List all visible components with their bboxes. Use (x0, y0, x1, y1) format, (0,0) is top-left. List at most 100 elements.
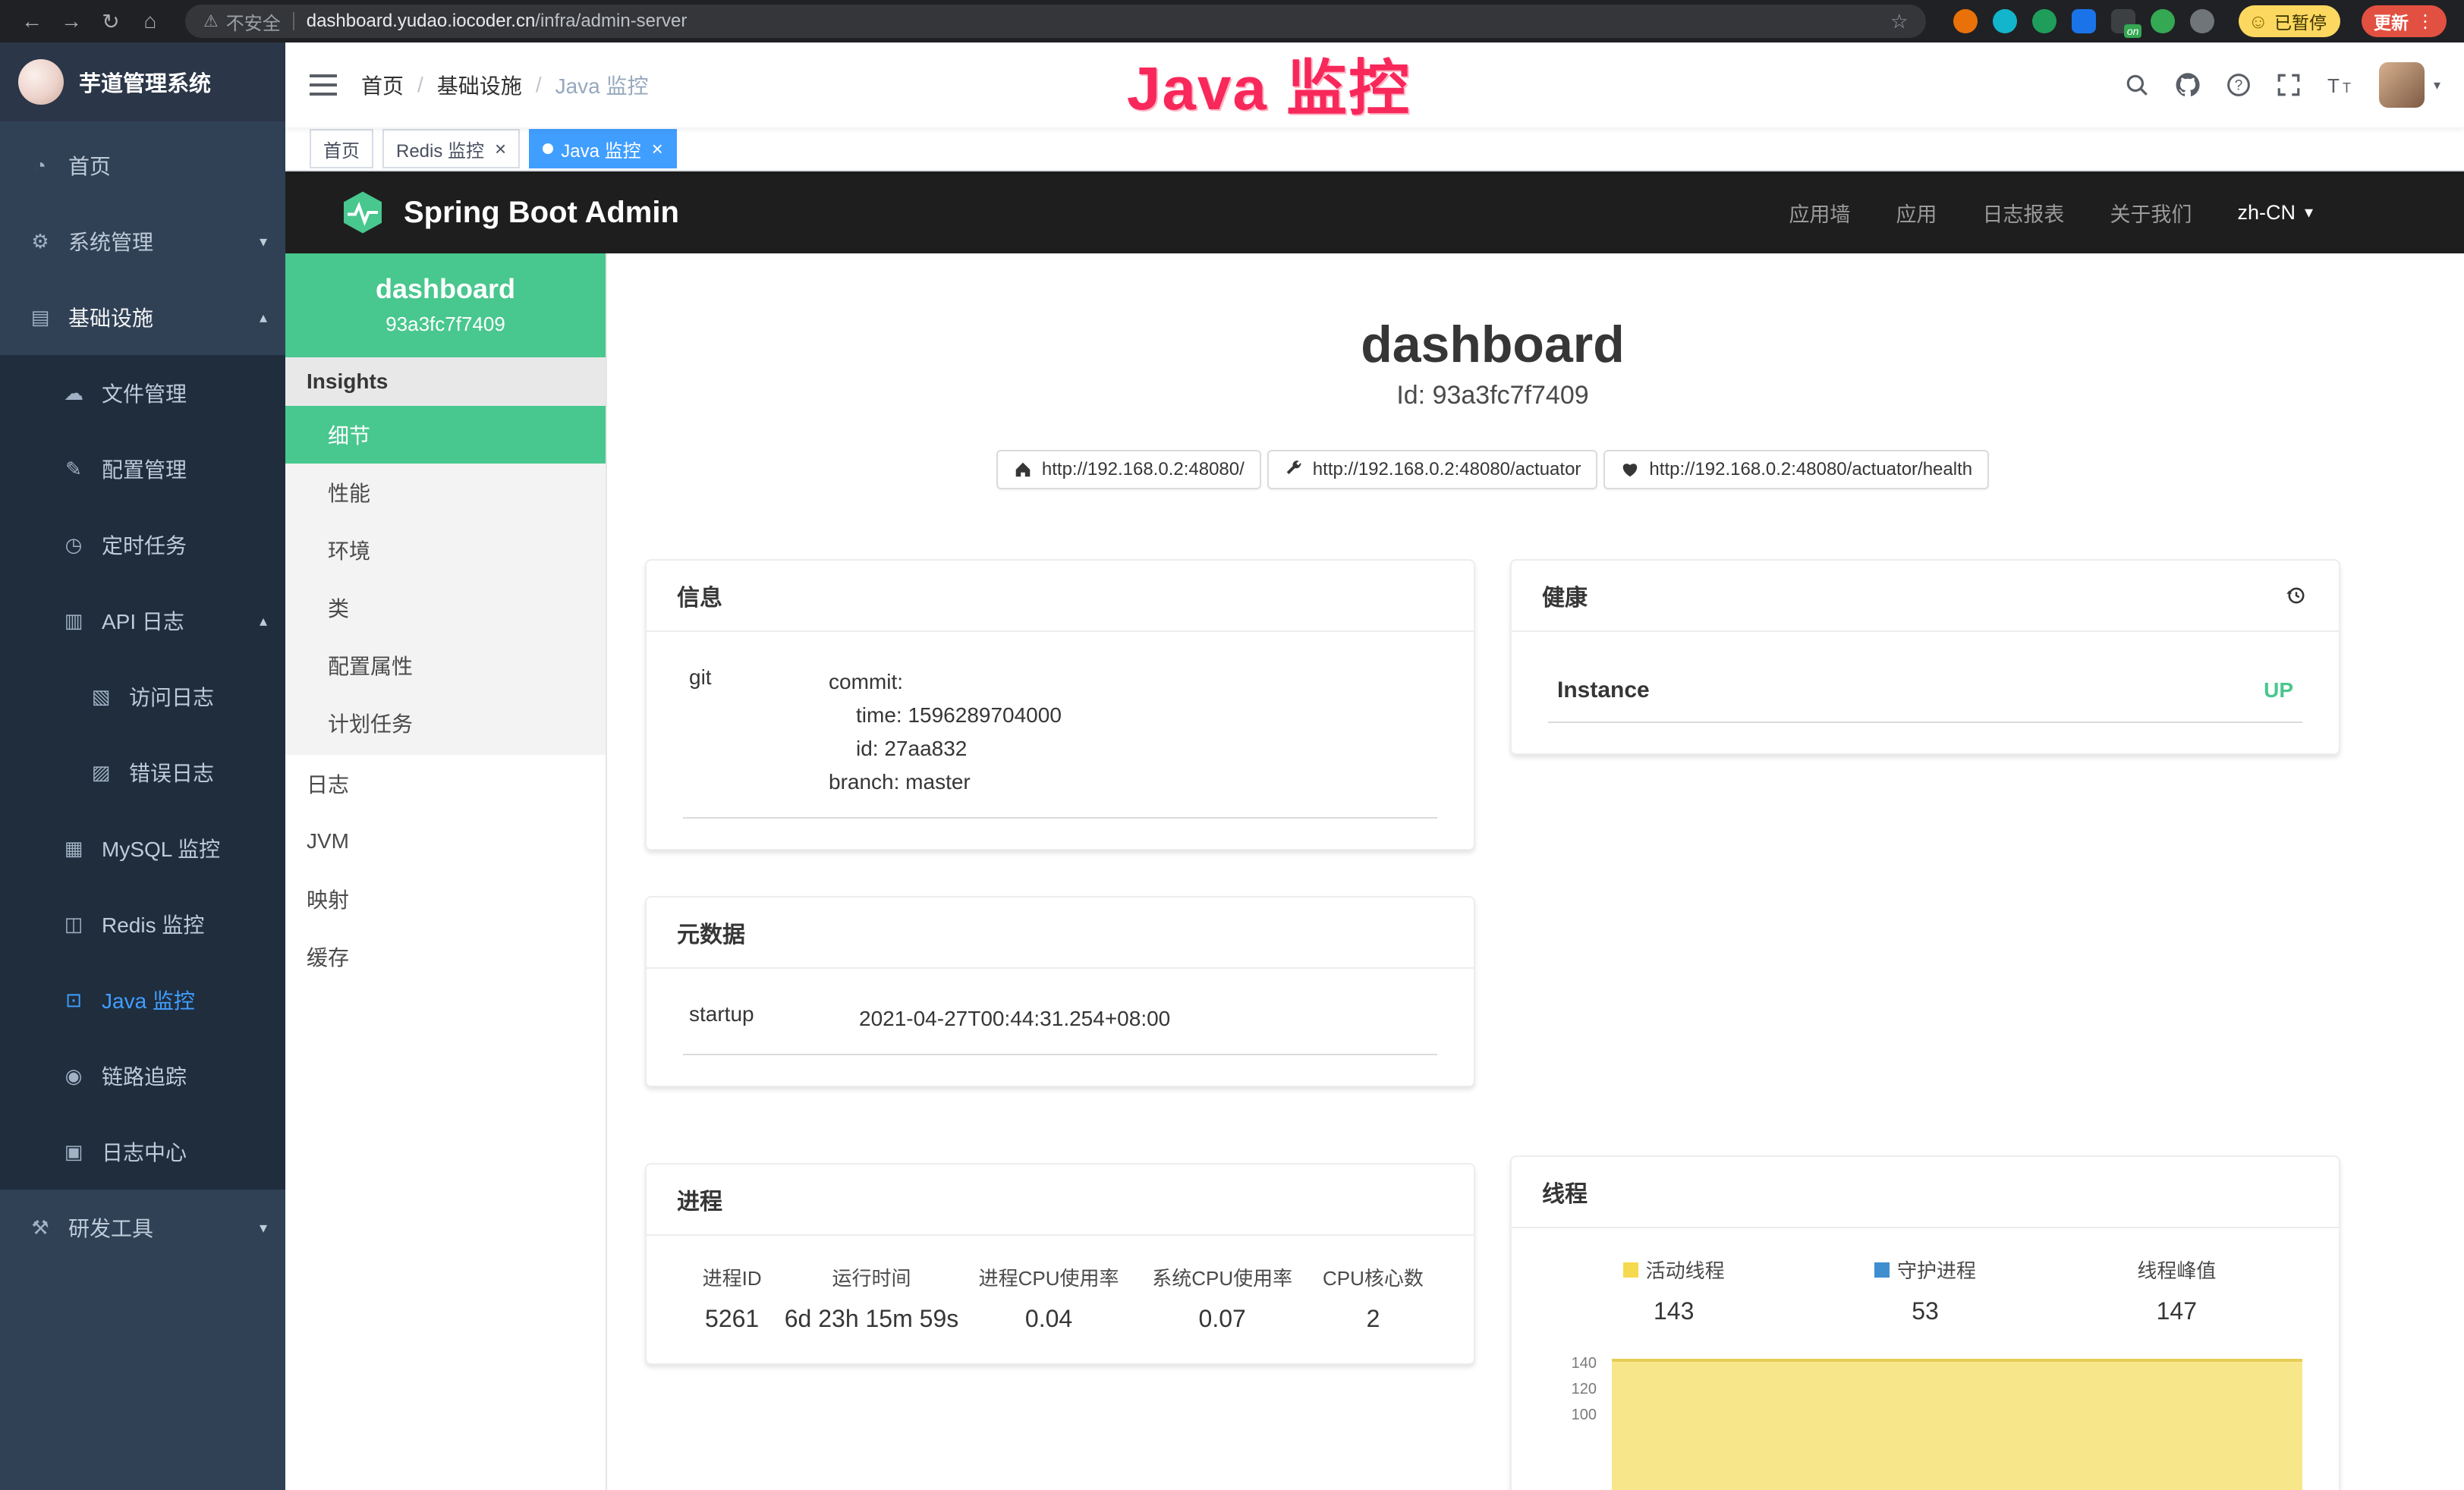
extension-orange-icon[interactable] (1953, 9, 1978, 33)
info-row-value: commit: time: 1596289704000 id: 27aa832 … (829, 665, 1062, 799)
address-bar[interactable]: ⚠ 不安全 dashboard.yudao.iocoder.cn/infra/a… (185, 5, 1926, 38)
url-host[interactable]: dashboard.yudao.iocoder.cn (307, 11, 536, 32)
sba-nav-classes[interactable]: 类 (285, 579, 606, 637)
sba-nav-scheduled-tasks[interactable]: 计划任务 (285, 694, 606, 752)
history-icon[interactable] (2284, 583, 2308, 608)
extension-green-icon[interactable] (2032, 9, 2056, 33)
info-row-label: git (689, 665, 829, 799)
info-card: 信息 git commit: time: 1596289704000 id: 2… (645, 559, 1475, 850)
locale-caret-icon: ▾ (2305, 203, 2313, 222)
browser-toolbar: ← → ↻ ⌂ ⚠ 不安全 dashboard.yudao.iocoder.cn… (0, 0, 2464, 42)
app-logo[interactable]: 芋道管理系统 (0, 42, 285, 121)
sba-nav-applications[interactable]: 应用 (1896, 198, 1937, 228)
sba-nav-metrics[interactable]: 性能 (285, 464, 606, 521)
stat-value: 0.07 (1135, 1305, 1309, 1333)
breadcrumb-infrastructure[interactable]: 基础设施 (437, 70, 522, 100)
sidebar-item-log-center[interactable]: ▣ 日志中心 (0, 1114, 285, 1190)
live-threads-area (1612, 1359, 2302, 1490)
bookmark-star-icon[interactable]: ☆ (1890, 10, 1908, 33)
profile-chip[interactable]: ☺ 已暂停 (2239, 5, 2340, 37)
extensions-puzzle-icon[interactable] (2190, 9, 2214, 33)
extension-grid-icon[interactable] (2072, 9, 2096, 33)
actuator-url-button[interactable]: http://192.168.0.2:48080/actuator (1267, 450, 1598, 489)
tab-java-monitor[interactable]: Java 监控 × (529, 129, 677, 168)
sba-nav-details[interactable]: 细节 (285, 406, 606, 464)
reload-icon[interactable]: ↻ (94, 9, 127, 34)
sba-nav-logs[interactable]: 日志 (285, 755, 606, 813)
breadcrumb-home[interactable]: 首页 (361, 70, 404, 100)
sidebar-item-access-logs[interactable]: ▧ 访问日志 (0, 659, 285, 734)
sidebar-item-home[interactable]: ◔ 首页 (0, 127, 285, 203)
url-path[interactable]: /infra/admin-server (535, 11, 687, 32)
user-menu[interactable]: ▾ (2379, 62, 2440, 108)
sidebar-item-mysql-monitor[interactable]: ▦ MySQL 监控 (0, 810, 285, 886)
locale-selector[interactable]: zh-CN ▾ (2237, 201, 2313, 225)
sidebar-item-scheduled-tasks[interactable]: ◷ 定时任务 (0, 507, 285, 583)
breadcrumb-current: Java 监控 (555, 70, 649, 100)
sidebar-item-file-management[interactable]: ☁ 文件管理 (0, 355, 285, 431)
update-button[interactable]: 更新 ⋮ (2362, 5, 2447, 37)
close-icon[interactable]: × (652, 139, 663, 159)
sba-nav-about[interactable]: 关于我们 (2110, 198, 2192, 228)
sidebar-item-label: 研发工具 (68, 1212, 153, 1243)
security-label[interactable]: 不安全 (226, 8, 281, 35)
dashboard-icon: ◔ (27, 154, 53, 178)
sidebar-item-dev-tools[interactable]: ⚒ 研发工具 ▾ (0, 1190, 285, 1265)
insights-group: 细节 性能 环境 类 配置属性 计划任务 (285, 406, 606, 755)
forward-icon[interactable]: → (55, 9, 88, 33)
instance-url-button[interactable]: http://192.168.0.2:48080/ (996, 450, 1261, 489)
sidebar-item-label: 首页 (68, 150, 111, 181)
sidebar-item-api-logs[interactable]: ▥ API 日志 ▴ (0, 583, 285, 659)
extension-drop-icon[interactable] (1993, 9, 2017, 33)
omnibox-divider (293, 12, 294, 30)
y-tick: 140 (1572, 1356, 1597, 1371)
sidebar-item-redis-monitor[interactable]: ◫ Redis 监控 (0, 886, 285, 962)
sidebar-item-trace[interactable]: ◉ 链路追踪 (0, 1038, 285, 1114)
sba-brand-title[interactable]: Spring Boot Admin (404, 196, 679, 230)
tab-home[interactable]: 首页 (310, 129, 373, 168)
browser-home-icon[interactable]: ⌂ (134, 9, 167, 33)
stat-value: 5261 (683, 1305, 781, 1333)
spring-boot-admin: Spring Boot Admin 应用墙 应用 日志报表 关于我们 zh-CN… (285, 171, 2464, 1490)
help-icon[interactable]: ? (2226, 72, 2252, 98)
locale-label: zh-CN (2237, 201, 2296, 225)
tab-label: 首页 (323, 136, 360, 162)
fullscreen-icon[interactable] (2276, 72, 2302, 98)
hamburger-icon[interactable] (310, 73, 337, 97)
infrastructure-icon: ▤ (27, 306, 53, 329)
close-icon[interactable]: × (495, 139, 506, 159)
sidebar-menu: ◔ 首页 ⚙ 系统管理 ▾ ▤ 基础设施 ▴ ☁ 文件管理 ✎ 配置管 (0, 121, 285, 1490)
health-instance-row[interactable]: Instance UP (1548, 659, 2302, 723)
sba-nav-caches[interactable]: 缓存 (285, 928, 606, 985)
extension-leaf-icon[interactable] (2151, 9, 2175, 33)
sidebar-item-system-management[interactable]: ⚙ 系统管理 ▾ (0, 203, 285, 279)
sidebar-item-java-monitor[interactable]: ⊡ Java 监控 (0, 962, 285, 1038)
browser-menu-kebab-icon[interactable]: ⋮ (2416, 11, 2434, 33)
process-card: 进程 进程ID 5261 运行时间 (645, 1163, 1475, 1365)
sba-nav-environment[interactable]: 环境 (285, 521, 606, 579)
sidebar-item-infrastructure[interactable]: ▤ 基础设施 ▴ (0, 279, 285, 355)
search-icon[interactable] (2124, 72, 2150, 98)
y-tick: 100 (1572, 1407, 1597, 1422)
app-title: 芋道管理系统 (79, 66, 211, 98)
sba-nav-jvm[interactable]: JVM (285, 813, 606, 870)
font-size-icon[interactable]: TT (2326, 73, 2355, 97)
sba-nav-wallboard[interactable]: 应用墙 (1789, 198, 1850, 228)
sidebar-item-config-management[interactable]: ✎ 配置管理 (0, 431, 285, 507)
instance-selector[interactable]: dashboard 93a3fc7f7409 (285, 253, 606, 357)
sba-nav-mappings[interactable]: 映射 (285, 870, 606, 928)
health-url-button[interactable]: http://192.168.0.2:48080/actuator/health (1603, 450, 1989, 489)
github-icon[interactable] (2174, 71, 2201, 99)
sidebar-item-error-logs[interactable]: ▨ 错误日志 (0, 734, 285, 810)
sba-nav-config-props[interactable]: 配置属性 (285, 637, 606, 694)
health-url: http://192.168.0.2:48080/actuator/health (1649, 459, 1972, 480)
tab-redis-monitor[interactable]: Redis 监控 × (382, 129, 520, 168)
stat-label: 活动线程 (1646, 1256, 1725, 1284)
sba-nav-journal[interactable]: 日志报表 (1982, 198, 2064, 228)
back-icon[interactable]: ← (15, 9, 49, 33)
sidebar-item-label: MySQL 监控 (102, 833, 220, 863)
extension-on-badge-icon[interactable]: on (2111, 9, 2135, 33)
breadcrumb-separator: / (536, 73, 542, 97)
sba-nav: 应用墙 应用 日志报表 关于我们 zh-CN ▾ (1789, 198, 2313, 228)
security-warning-icon[interactable]: ⚠ (203, 11, 219, 31)
